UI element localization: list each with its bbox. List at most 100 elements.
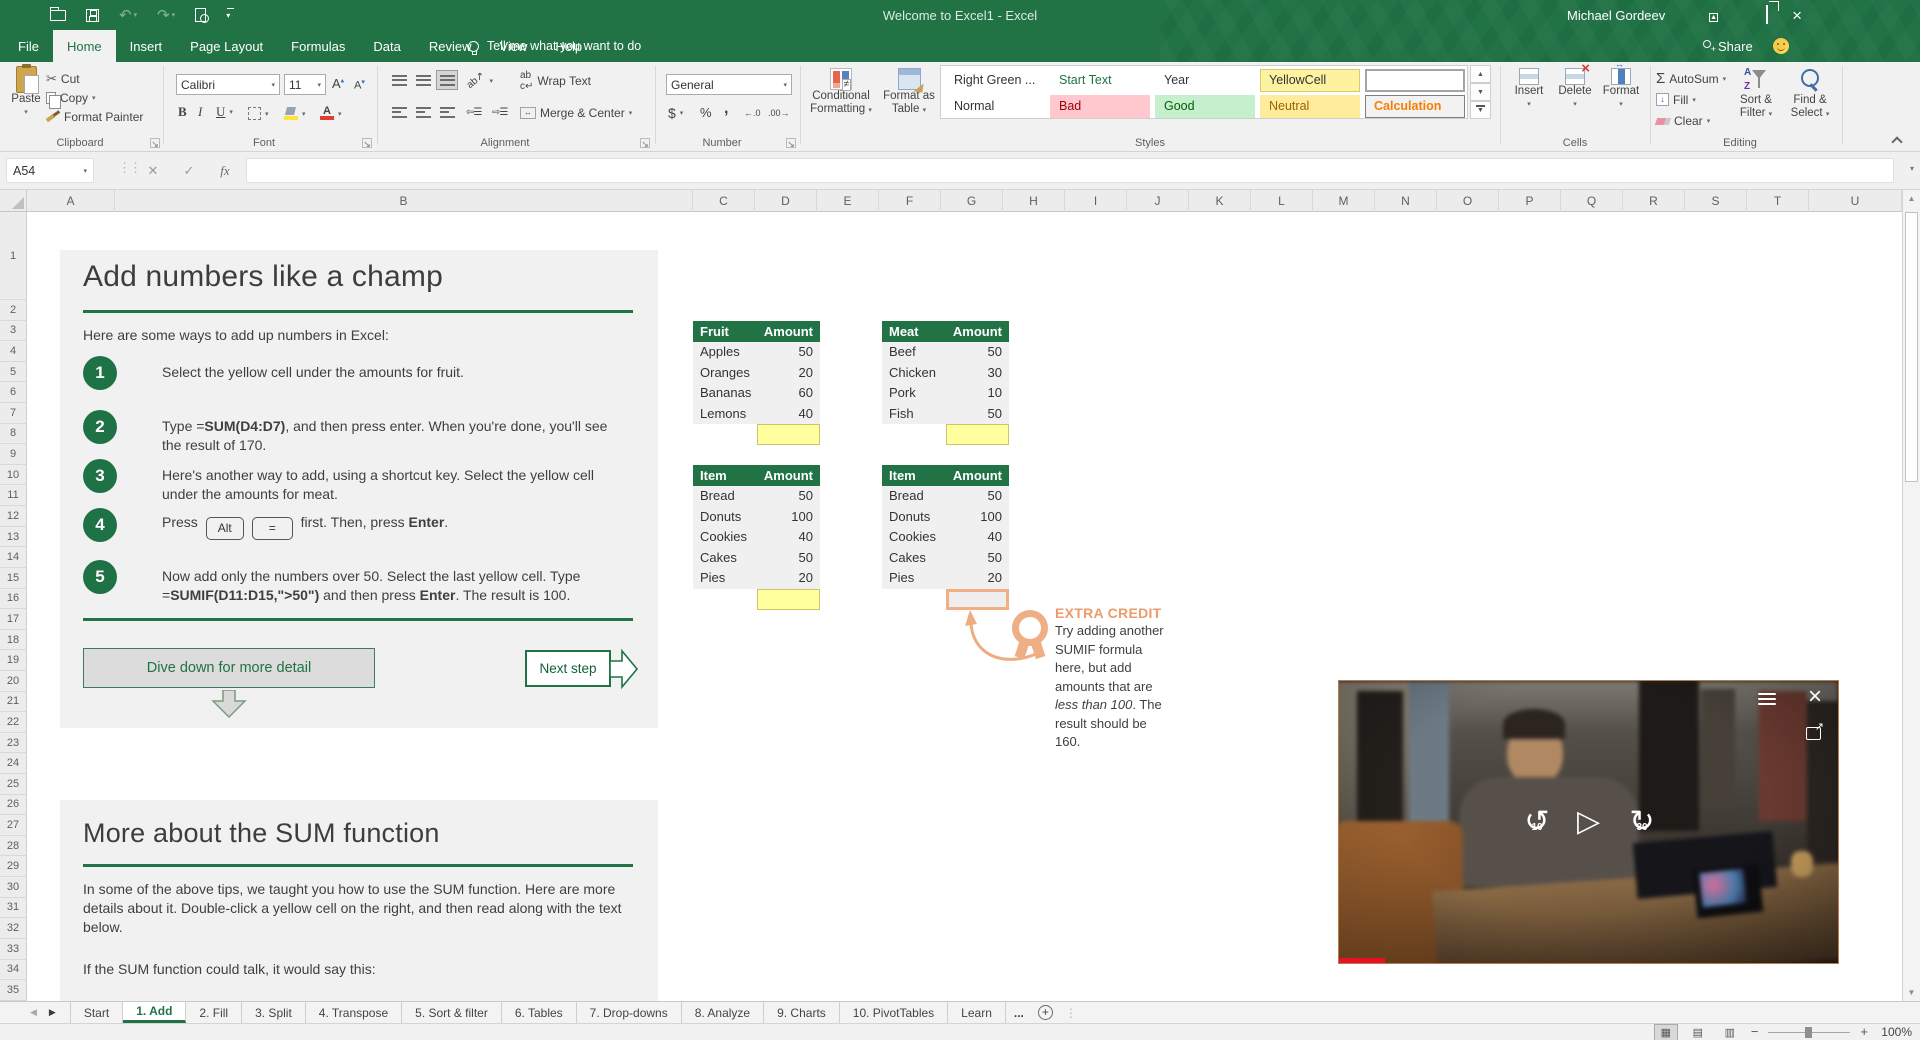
cell-style-normal[interactable]: Normal — [945, 95, 1045, 118]
next-sheet-button[interactable]: ▶ — [49, 1007, 56, 1018]
sort-filter-button[interactable]: AZ Sort & Filter ▾ — [1732, 68, 1780, 121]
zoom-slider-thumb[interactable] — [1805, 1027, 1813, 1038]
number-dialog-launcher[interactable]: ↘ — [786, 138, 796, 149]
table-row[interactable]: Bread 50 — [693, 486, 820, 507]
table-cell-amount[interactable]: 50 — [946, 404, 1009, 425]
table-row[interactable]: Oranges 20 — [693, 362, 820, 384]
row-header-7[interactable]: 7 — [0, 403, 26, 424]
table-cell-amount[interactable]: 40 — [757, 404, 820, 425]
table-row[interactable]: Beef 50 — [882, 342, 1009, 363]
autosum-dropdown-arrow[interactable]: ▾ — [1723, 75, 1727, 83]
sum-cell-yellow[interactable] — [757, 424, 820, 446]
column-header-R[interactable]: R — [1623, 190, 1685, 212]
row-header-26[interactable]: 26 — [0, 795, 26, 816]
column-header-F[interactable]: F — [879, 190, 941, 212]
column-header-U[interactable]: U — [1809, 190, 1902, 212]
fill-button[interactable]: ↓ Fill ▾ — [1656, 90, 1696, 109]
table-row[interactable]: Pies 20 — [882, 568, 1009, 589]
table-cell-name[interactable]: Lemons — [693, 404, 757, 425]
column-header-A[interactable]: A — [27, 190, 115, 212]
table-cell-amount[interactable]: 50 — [757, 486, 820, 507]
styles-more-button[interactable]: ▼ — [1470, 101, 1491, 119]
format-painter-button[interactable]: Format Painter — [46, 107, 143, 126]
column-header-N[interactable]: N — [1375, 190, 1437, 212]
cell-style-neutral[interactable]: Neutral — [1260, 95, 1360, 118]
zoom-in-button[interactable]: + — [1860, 1025, 1868, 1038]
fill-color-dropdown-arrow[interactable]: ▾ — [302, 110, 306, 118]
row-header-34[interactable]: 34 — [0, 960, 26, 981]
select-all-corner[interactable] — [0, 190, 27, 212]
sheet-canvas[interactable]: Add numbers like a champ Here are some w… — [27, 212, 1902, 1001]
sheet-tab-learn[interactable]: Learn — [948, 1002, 1006, 1023]
table-row[interactable]: Fish 50 — [882, 403, 1009, 425]
tell-me-box[interactable]: Tell me what you want to do — [468, 30, 641, 62]
table-cell-amount[interactable]: 20 — [757, 363, 820, 384]
table-row[interactable]: Cakes 50 — [693, 547, 820, 569]
video-progress-bar[interactable] — [1339, 958, 1385, 963]
styles-scroll-up-button[interactable]: ▲ — [1470, 65, 1491, 83]
play-button[interactable]: ▷ — [1577, 805, 1600, 839]
table-cell-name[interactable]: Fish — [882, 404, 946, 425]
column-header-E[interactable]: E — [817, 190, 879, 212]
collapse-ribbon-button[interactable] — [1891, 136, 1903, 148]
middle-align-button[interactable] — [412, 70, 434, 90]
table-row[interactable]: Pies 20 — [693, 568, 820, 589]
row-header-31[interactable]: 31 — [0, 898, 26, 919]
clear-button[interactable]: Clear ▾ — [1656, 111, 1710, 130]
column-header-P[interactable]: P — [1499, 190, 1561, 212]
ribbon-tab-formulas[interactable]: Formulas — [277, 30, 359, 62]
number-format-combo[interactable]: General ▾ — [666, 74, 792, 95]
name-box[interactable]: A54 ▾ — [6, 158, 94, 183]
ribbon-display-options-button[interactable]: ▲ — [1709, 6, 1719, 24]
formula-input[interactable] — [246, 158, 1894, 183]
row-header-1[interactable]: 1 — [0, 212, 26, 300]
copy-button[interactable]: Copy ▾ — [46, 88, 96, 109]
font-dialog-launcher[interactable]: ↘ — [362, 138, 372, 149]
table-cell-name[interactable]: Pies — [693, 568, 757, 589]
sheet-tab-5-sort-filter[interactable]: 5. Sort & filter — [402, 1002, 502, 1023]
bold-button[interactable]: B — [178, 102, 194, 121]
decrease-decimal-button[interactable]: .00→ — [768, 103, 790, 122]
expand-formula-bar-button[interactable]: ▾ — [1910, 164, 1914, 173]
row-header-24[interactable]: 24 — [0, 753, 26, 775]
meat-table[interactable]: Meat Amount Beef 50 Chicken 30 Pork 10 Fish 50 — [882, 321, 1009, 446]
sheet-tab-7-drop-downs[interactable]: 7. Drop-downs — [577, 1002, 682, 1023]
sheet-tab-start[interactable]: Start — [69, 1002, 124, 1023]
underline-button[interactable]: U ▾ — [216, 102, 233, 121]
wrap-text-button[interactable]: ab c↵ Wrap Text — [520, 70, 591, 92]
table-cell-amount[interactable]: 50 — [946, 342, 1009, 363]
table-row[interactable]: Donuts 100 — [693, 506, 820, 528]
comma-style-button[interactable]: , — [724, 99, 728, 118]
insert-cells-button[interactable]: Insert ▾ — [1508, 68, 1550, 111]
merge-center-button[interactable]: ↔ Merge & Center ▾ — [520, 103, 632, 122]
dive-down-button[interactable]: Dive down for more detail — [83, 648, 375, 688]
row-header-25[interactable]: 25 — [0, 774, 26, 795]
cell-style-yellowcell[interactable]: YellowCell — [1260, 69, 1360, 92]
scroll-up-arrow[interactable]: ▲ — [1903, 194, 1920, 203]
skip-forward-30-button[interactable]: ↻ 30 — [1623, 805, 1661, 843]
row-header-20[interactable]: 20 — [0, 671, 26, 692]
row-header-4[interactable]: 4 — [0, 341, 26, 362]
row-header-19[interactable]: 19 — [0, 650, 26, 671]
row-header-5[interactable]: 5 — [0, 362, 26, 383]
new-sheet-button[interactable]: + — [1037, 1002, 1053, 1023]
zoom-slider[interactable] — [1768, 1025, 1851, 1039]
align-right-button[interactable] — [436, 102, 458, 122]
row-header-3[interactable]: 3 — [0, 321, 26, 342]
cancel-entry-button[interactable]: ✕ — [142, 158, 164, 183]
orientation-dropdown-arrow[interactable]: ▾ — [490, 77, 494, 85]
shrink-font-button[interactable]: A▾ — [354, 75, 365, 94]
insert-function-button[interactable]: fx — [214, 158, 236, 183]
row-header-32[interactable]: 32 — [0, 918, 26, 939]
sheet-tab-10-pivottables[interactable]: 10. PivotTables — [840, 1002, 949, 1023]
table-row[interactable]: Lemons 40 — [693, 403, 820, 425]
skip-back-10-button[interactable]: ↺ 10 — [1518, 805, 1556, 843]
clear-dropdown-arrow[interactable]: ▾ — [1707, 117, 1711, 125]
table-row[interactable]: Apples 50 — [693, 342, 820, 363]
table-cell-name[interactable]: Donuts — [693, 507, 757, 528]
row-header-29[interactable]: 29 — [0, 856, 26, 878]
column-header-H[interactable]: H — [1003, 190, 1065, 212]
conditional-formatting-button[interactable]: Conditional Formatting ▾ — [806, 68, 876, 117]
delete-dropdown-arrow[interactable]: ▾ — [1573, 98, 1577, 111]
underline-dropdown-arrow[interactable]: ▾ — [229, 108, 233, 116]
